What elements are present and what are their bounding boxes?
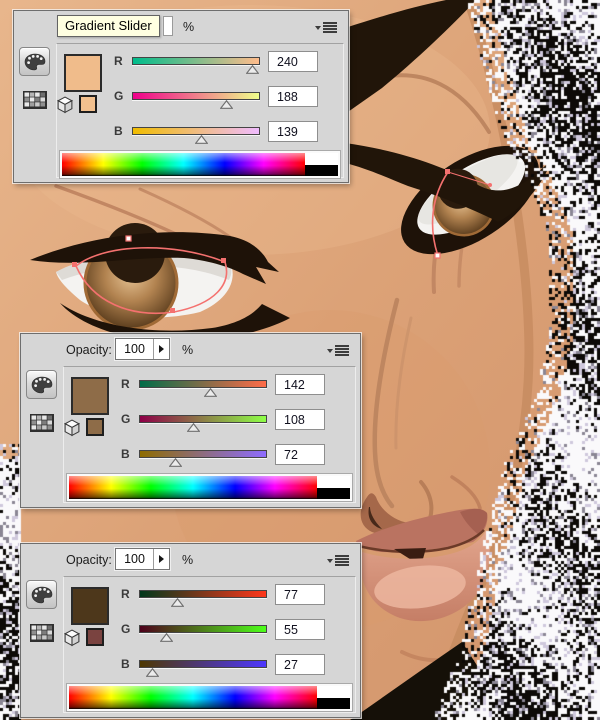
- opacity-field: [115, 548, 170, 570]
- slider-thumb[interactable]: [245, 65, 259, 74]
- channel-label: G: [121, 622, 131, 636]
- white-black-swatches[interactable]: [317, 476, 350, 499]
- color-spectrum-ramp[interactable]: [59, 150, 341, 179]
- slider-thumb[interactable]: [203, 388, 217, 397]
- opacity-input-edge: [163, 16, 173, 36]
- opacity-spinner-arrow[interactable]: [153, 549, 169, 569]
- slider-thumb[interactable]: [168, 458, 182, 467]
- channel-label: G: [114, 89, 124, 103]
- opacity-label: Opacity:: [66, 343, 112, 357]
- channel-slider-track[interactable]: [139, 660, 267, 668]
- white-black-swatches[interactable]: [317, 686, 350, 709]
- slider-thumb[interactable]: [186, 423, 200, 432]
- channel-label: R: [121, 587, 130, 601]
- channel-slider-track[interactable]: [139, 415, 267, 423]
- channel-row-r: R: [21, 374, 360, 410]
- channel-row-g: G: [14, 86, 348, 122]
- slider-thumb[interactable]: [219, 100, 233, 109]
- channel-slider-track[interactable]: [139, 625, 267, 633]
- photoshop-workspace: Gradient Slider % R 240 G 188 B 139 Opac…: [0, 0, 600, 720]
- channel-value-input[interactable]: [268, 86, 318, 107]
- hue-ramp[interactable]: [69, 476, 317, 499]
- color-panel-middle: Opacity: %: [20, 333, 361, 508]
- panel-menu-icon[interactable]: [327, 555, 351, 568]
- slider-thumb[interactable]: [171, 598, 185, 607]
- opacity-input[interactable]: [116, 549, 153, 569]
- color-spectrum-ramp[interactable]: [66, 473, 353, 502]
- channel-slider-track[interactable]: [132, 92, 260, 100]
- opacity-input[interactable]: [116, 339, 153, 359]
- channel-slider-track[interactable]: [132, 127, 260, 135]
- channel-value-input[interactable]: [275, 444, 325, 465]
- opacity-label: Opacity:: [66, 553, 112, 567]
- color-panel-top: Gradient Slider % R 240 G 188 B 139: [13, 10, 349, 183]
- percent-label: %: [183, 20, 195, 34]
- color-spectrum-ramp[interactable]: [66, 683, 353, 712]
- slider-thumb[interactable]: [195, 135, 209, 144]
- gradient-slider-tooltip: Gradient Slider: [57, 15, 160, 37]
- channel-value-input[interactable]: [275, 654, 325, 675]
- channel-slider-track[interactable]: [139, 450, 267, 458]
- slider-thumb[interactable]: [146, 668, 160, 677]
- channel-value-input[interactable]: [275, 619, 325, 640]
- channel-value-input[interactable]: [275, 409, 325, 430]
- channel-row-r: R: [14, 51, 348, 87]
- channel-label: R: [114, 54, 123, 68]
- channel-label: R: [121, 377, 130, 391]
- channel-value-input[interactable]: [268, 51, 318, 72]
- channel-label: G: [121, 412, 131, 426]
- color-panel-bottom: Opacity: %: [20, 543, 361, 718]
- hue-ramp[interactable]: [62, 153, 305, 176]
- channel-value-input[interactable]: [275, 374, 325, 395]
- channel-value-input[interactable]: [275, 584, 325, 605]
- channel-label: B: [114, 124, 123, 138]
- panel-menu-icon[interactable]: [315, 22, 339, 35]
- channel-label: B: [121, 657, 130, 671]
- channel-label: B: [121, 447, 130, 461]
- hue-ramp[interactable]: [69, 686, 317, 709]
- percent-label: %: [182, 553, 194, 567]
- channel-value-input[interactable]: [268, 121, 318, 142]
- percent-label: %: [182, 343, 194, 357]
- panel-menu-icon[interactable]: [327, 345, 351, 358]
- opacity-field: [115, 338, 170, 360]
- channel-row-g: G: [21, 409, 360, 445]
- slider-thumb[interactable]: [160, 633, 174, 642]
- white-black-swatches[interactable]: [305, 153, 338, 176]
- channel-slider-track[interactable]: [139, 380, 267, 388]
- opacity-spinner-arrow[interactable]: [153, 339, 169, 359]
- channel-slider-track[interactable]: [132, 57, 260, 65]
- channel-row-g: G: [21, 619, 360, 655]
- channel-row-r: R: [21, 584, 360, 620]
- channel-slider-track[interactable]: [139, 590, 267, 598]
